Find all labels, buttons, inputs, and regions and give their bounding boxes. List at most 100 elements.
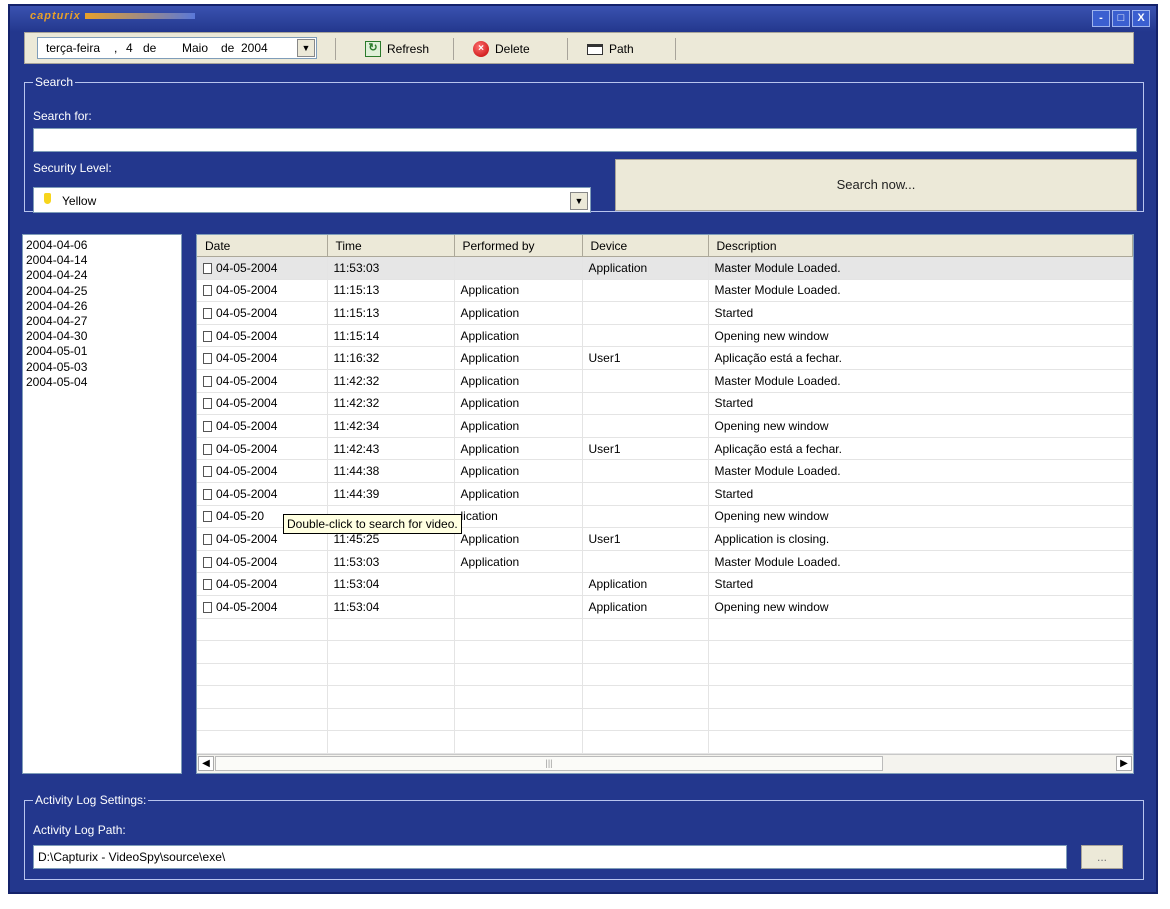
date-list-item[interactable]: 2004-04-06 bbox=[26, 238, 181, 253]
date-list-item[interactable]: 2004-04-26 bbox=[26, 299, 181, 314]
column-header-performed-by[interactable]: Performed by bbox=[454, 235, 583, 257]
scroll-right-icon[interactable]: ▶ bbox=[1116, 756, 1132, 771]
table-row[interactable]: 04-05-2004 11:42:32 Application Started bbox=[197, 392, 1133, 416]
cell-description: Master Module Loaded. bbox=[708, 279, 1133, 303]
search-now-button[interactable]: Search now... bbox=[615, 159, 1137, 211]
cell-date-text: 04-05-2004 bbox=[216, 577, 278, 592]
date-list-item[interactable]: 2004-04-30 bbox=[26, 329, 181, 344]
activity-log-grid[interactable]: Date Time Performed by Device Descriptio… bbox=[196, 234, 1134, 774]
column-header-description[interactable]: Description bbox=[708, 235, 1133, 257]
table-row[interactable]: 04-05-2004 11:15:13 Application Started bbox=[197, 301, 1133, 325]
cell-device: User1 bbox=[582, 437, 709, 461]
cell-date: 04-05-2004 bbox=[197, 369, 328, 393]
empty-cell bbox=[327, 640, 455, 664]
cell-date: 04-05-2004 bbox=[197, 414, 328, 438]
cell-time-text: 11:42:34 bbox=[333, 418, 380, 433]
date-picker[interactable]: terça-feira , 4 de Maio de 2004 ▼ bbox=[37, 37, 317, 59]
date-list-item[interactable]: 2004-04-27 bbox=[26, 314, 181, 329]
empty-cell bbox=[708, 663, 1133, 687]
cell-device-text: User1 bbox=[588, 351, 621, 366]
cell-time-text: 11:53:04 bbox=[333, 599, 380, 614]
cell-date-text: 04-05-2004 bbox=[216, 260, 278, 275]
cell-description: Aplicação está a fechar. bbox=[708, 346, 1133, 370]
table-row[interactable]: 04-05-2004 11:15:13 Application Master Modu… bbox=[197, 279, 1133, 303]
path-button[interactable]: Path bbox=[587, 38, 634, 60]
scroll-left-icon[interactable]: ◀ bbox=[198, 756, 214, 771]
delete-button[interactable]: × Delete bbox=[473, 38, 530, 60]
empty-cell bbox=[454, 663, 583, 687]
table-row[interactable]: 04-05-2004 11:53:04 Application Started bbox=[197, 572, 1133, 596]
minimize-button[interactable]: - bbox=[1092, 10, 1110, 27]
toolbar: terça-feira , 4 de Maio de 2004 ▼ ↻ Refr… bbox=[24, 32, 1134, 64]
empty-cell bbox=[197, 640, 328, 664]
date-list-item[interactable]: 2004-04-24 bbox=[26, 268, 181, 283]
search-group: Search Search for: Security Level: Yello… bbox=[24, 75, 1144, 213]
empty-cell bbox=[708, 618, 1133, 642]
cell-device bbox=[582, 505, 709, 529]
cell-performed-by-text: Application bbox=[460, 283, 520, 298]
table-row[interactable]: 04-05-2004 11:42:34 Application Opening new… bbox=[197, 414, 1133, 438]
column-header-date[interactable]: Date bbox=[197, 235, 328, 257]
table-row[interactable]: 04-05-2004 11:53:03 Application Master Modu… bbox=[197, 256, 1133, 280]
browse-button[interactable]: ... bbox=[1081, 845, 1123, 869]
cell-description: Opening new window bbox=[708, 324, 1133, 348]
table-row[interactable]: 04-05-2004 11:53:04 Application Opening new… bbox=[197, 595, 1133, 619]
cell-description: Opening new window bbox=[708, 595, 1133, 619]
cell-time-text: 11:16:32 bbox=[333, 351, 380, 366]
empty-table-row bbox=[197, 618, 1133, 642]
date-list-item[interactable]: 2004-05-03 bbox=[26, 360, 181, 375]
cell-date: 04-05-2004 bbox=[197, 459, 328, 483]
empty-table-row bbox=[197, 685, 1133, 709]
title-bar: capturix - □ X bbox=[10, 6, 1156, 32]
chevron-down-icon[interactable]: ▼ bbox=[570, 192, 588, 210]
empty-cell bbox=[582, 685, 709, 709]
horizontal-scrollbar[interactable]: ◀ ||| ▶ bbox=[197, 754, 1133, 773]
cell-date-text: 04-05-2004 bbox=[216, 464, 278, 479]
date-list-item[interactable]: 2004-04-25 bbox=[26, 284, 181, 299]
table-row[interactable]: 04-05-2004 11:44:39 Application Started bbox=[197, 482, 1133, 506]
date-list-item[interactable]: 2004-04-14 bbox=[26, 253, 181, 268]
cell-performed-by: Application bbox=[454, 279, 583, 303]
cell-date: 04-05-2004 bbox=[197, 279, 328, 303]
empty-cell bbox=[327, 730, 455, 755]
empty-cell bbox=[582, 663, 709, 687]
empty-cell bbox=[197, 730, 328, 755]
search-input[interactable] bbox=[33, 128, 1137, 152]
column-header-time[interactable]: Time bbox=[327, 235, 455, 257]
table-row[interactable]: 04-05-2004 11:16:32 Application User1 Aplica… bbox=[197, 346, 1133, 370]
cell-performed-by: Application bbox=[454, 324, 583, 348]
table-row[interactable]: 04-05-2004 11:44:38 Application Master Modu… bbox=[197, 459, 1133, 483]
security-level-select[interactable]: Yellow ▼ bbox=[33, 187, 591, 213]
maximize-button[interactable]: □ bbox=[1112, 10, 1130, 27]
cell-date-text: 04-05-2004 bbox=[216, 418, 278, 433]
table-row[interactable]: 04-05-2004 11:15:14 Application Opening new… bbox=[197, 324, 1133, 348]
cell-time: 11:53:03 bbox=[327, 550, 455, 574]
cell-date-text: 04-05-2004 bbox=[216, 373, 278, 388]
document-icon bbox=[203, 601, 212, 613]
document-icon bbox=[203, 307, 212, 319]
document-icon bbox=[203, 556, 212, 568]
date-list-item[interactable]: 2004-05-04 bbox=[26, 375, 181, 390]
table-row[interactable]: 04-05-2004 11:42:32 Application Master Modu… bbox=[197, 369, 1133, 393]
cell-device bbox=[582, 459, 709, 483]
activity-log-path-input[interactable]: D:\Capturix - VideoSpy\source\exe\ bbox=[33, 845, 1067, 869]
scroll-thumb[interactable]: ||| bbox=[215, 756, 883, 771]
refresh-button[interactable]: ↻ Refresh bbox=[365, 38, 429, 60]
cell-description-text: Master Module Loaded. bbox=[714, 373, 841, 388]
cell-time: 11:53:04 bbox=[327, 595, 455, 619]
empty-cell bbox=[197, 708, 328, 732]
column-header-device[interactable]: Device bbox=[582, 235, 709, 257]
chevron-down-icon[interactable]: ▼ bbox=[297, 39, 315, 57]
cell-device: Application bbox=[582, 256, 709, 280]
cell-time: 11:44:38 bbox=[327, 459, 455, 483]
document-icon bbox=[203, 420, 212, 432]
date-list-item[interactable]: 2004-05-01 bbox=[26, 344, 181, 359]
table-row[interactable]: 04-05-2004 11:53:03 Application Master Modu… bbox=[197, 550, 1133, 574]
empty-cell bbox=[454, 730, 583, 755]
app-logo: capturix bbox=[30, 10, 195, 22]
delete-icon: × bbox=[473, 41, 489, 57]
close-button[interactable]: X bbox=[1132, 10, 1150, 27]
delete-label: Delete bbox=[495, 42, 530, 56]
table-row[interactable]: 04-05-2004 11:42:43 Application User1 Aplica… bbox=[197, 437, 1133, 461]
date-list[interactable]: 2004-04-06 2004-04-14 2004-04-24 2004-04… bbox=[22, 234, 182, 774]
